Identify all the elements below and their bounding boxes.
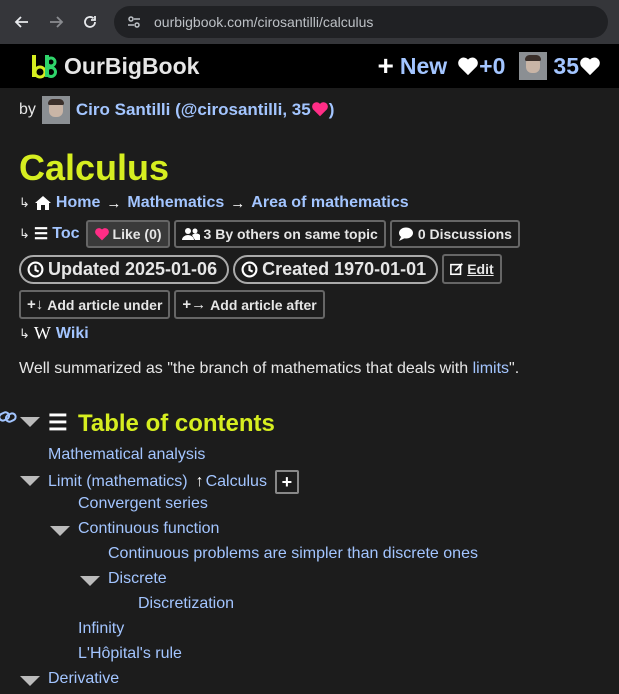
heart-icon — [311, 102, 328, 117]
byline: by Ciro Santilli (@cirosantilli, 35) — [19, 96, 609, 124]
edit-button[interactable]: Edit — [442, 254, 502, 284]
toc-item-infinity[interactable]: Infinity — [78, 620, 124, 638]
address-bar[interactable]: ourbigbook.com/cirosantilli/calculus — [114, 6, 608, 38]
article-content: by Ciro Santilli (@cirosantilli, 35) Cal… — [19, 96, 609, 378]
same-topic-button[interactable]: 3 By others on same topic — [173, 220, 386, 248]
breadcrumb-home[interactable]: Home — [56, 194, 100, 212]
toc-item-mathematical-analysis[interactable]: Mathematical analysis — [48, 446, 205, 464]
toc-title: Table of contents — [78, 410, 275, 437]
plus-down-icon: +↓ — [27, 296, 44, 313]
toc-add-button[interactable]: + — [274, 470, 299, 494]
clock-icon — [27, 261, 44, 277]
plus-icon: + — [377, 50, 394, 81]
site-settings-icon[interactable] — [124, 12, 144, 32]
return-arrow-icon: ↳ — [19, 195, 30, 210]
article-actions: ↳ ☰ Toc Like (0) 3 By others on same top… — [19, 220, 609, 248]
back-icon[interactable] — [10, 10, 34, 34]
toc-parent-link[interactable]: Calculus — [206, 473, 267, 491]
add-article-under-button[interactable]: +↓ Add article under — [19, 290, 171, 319]
breadcrumb: ↳ Home → Mathematics → Area of mathemati… — [19, 194, 609, 212]
toc-item-discrete[interactable]: Discrete — [108, 570, 167, 588]
clock-icon — [241, 261, 258, 277]
toc-item-lhopitals-rule[interactable]: L'Hôpital's rule — [78, 645, 182, 663]
table-of-contents: ☰ Table of contents Mathematical analysi… — [0, 406, 619, 694]
arrow-right-icon: → — [106, 194, 122, 212]
home-icon — [34, 196, 51, 210]
toc-list-icon: ☰ — [48, 410, 68, 435]
link-icon[interactable] — [0, 410, 18, 424]
new-article-button[interactable]: + New — [378, 50, 448, 82]
heart-icon — [580, 57, 600, 76]
wikipedia-icon: W — [33, 323, 51, 343]
toc-collapse-icon[interactable] — [20, 417, 40, 427]
wiki-link[interactable]: Wiki — [56, 325, 89, 343]
arrow-up-icon: ↑ — [195, 473, 204, 490]
toc-item-limit[interactable]: Limit (mathematics) ↑ Calculus + — [48, 470, 299, 494]
heart-icon — [94, 228, 109, 241]
url-text: ourbigbook.com/cirosantilli/calculus — [154, 14, 374, 30]
user-avatar[interactable] — [519, 52, 548, 80]
breadcrumb-mathematics[interactable]: Mathematics — [127, 194, 224, 212]
plus-right-icon: +→ — [182, 296, 207, 313]
toc-collapse-icon[interactable] — [80, 576, 100, 586]
comment-icon — [398, 227, 413, 241]
return-arrow-icon: ↳ — [19, 226, 30, 241]
author-link[interactable]: Ciro Santilli (@cirosantilli, 35) — [76, 100, 334, 120]
wiki-row: ↳ W Wiki — [19, 323, 609, 344]
users-icon — [181, 228, 200, 240]
toc-item-derivative[interactable]: Derivative — [48, 670, 119, 688]
toc-item-discretization[interactable]: Discretization — [138, 595, 234, 613]
toc-list-icon: ☰ — [33, 226, 49, 243]
limits-link[interactable]: limits — [473, 360, 509, 377]
arrow-right-icon: → — [230, 194, 246, 212]
forward-icon[interactable] — [44, 10, 68, 34]
toc-item-continuous-function[interactable]: Continuous function — [78, 520, 219, 538]
ourbigbook-logo-icon[interactable] — [30, 52, 58, 80]
site-name[interactable]: OurBigBook — [64, 53, 199, 80]
toc-collapse-icon[interactable] — [50, 526, 70, 536]
page-title: Calculus — [19, 147, 170, 188]
heart-icon — [458, 57, 478, 76]
edit-icon — [450, 263, 464, 276]
toc-item-continuous-problems[interactable]: Continuous problems are simpler than dis… — [108, 545, 478, 563]
return-arrow-icon: ↳ — [19, 325, 30, 341]
new-score[interactable]: +0 — [457, 53, 505, 80]
author-avatar[interactable] — [41, 96, 70, 124]
add-article-after-button[interactable]: +→ Add article after — [174, 290, 325, 319]
discussions-button[interactable]: 0 Discussions — [389, 220, 520, 248]
toc-item-convergent-series[interactable]: Convergent series — [78, 495, 208, 513]
site-header: OurBigBook + New +0 35 — [0, 44, 619, 88]
article-dates: Updated 2025-01-06 Created 1970-01-01 Ed… — [19, 254, 609, 284]
updated-date[interactable]: Updated 2025-01-06 — [19, 254, 230, 284]
user-reputation[interactable]: 35 — [553, 53, 601, 80]
intro-paragraph: Well summarized as "the branch of mathem… — [19, 360, 520, 377]
toc-collapse-icon[interactable] — [20, 676, 40, 686]
toc-collapse-icon[interactable] — [20, 476, 40, 486]
like-button[interactable]: Like (0) — [85, 220, 170, 248]
created-date[interactable]: Created 1970-01-01 — [233, 254, 439, 284]
add-article-actions: +↓ Add article under +→ Add article afte… — [19, 290, 609, 319]
breadcrumb-area-of-mathematics[interactable]: Area of mathematics — [251, 194, 408, 212]
reload-icon[interactable] — [78, 10, 102, 34]
browser-toolbar: ourbigbook.com/cirosantilli/calculus — [0, 0, 619, 44]
toc-link[interactable]: Toc — [52, 225, 79, 243]
